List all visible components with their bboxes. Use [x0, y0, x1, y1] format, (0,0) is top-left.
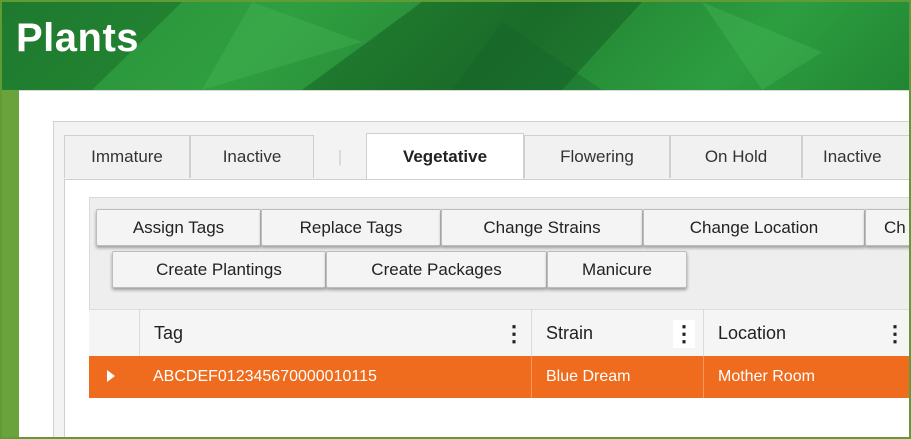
change-location-button[interactable]: Change Location	[643, 209, 865, 246]
caret-right-icon[interactable]	[107, 370, 115, 382]
table-row[interactable]: ABCDEF012345670000010115 Blue Dream Moth…	[89, 356, 909, 398]
expand-column-header	[89, 310, 139, 357]
page-title: Plants	[16, 16, 140, 60]
create-plantings-button[interactable]: Create Plantings	[112, 251, 326, 288]
replace-tags-button[interactable]: Replace Tags	[261, 209, 441, 246]
row-tag-cell: ABCDEF012345670000010115	[153, 368, 377, 385]
content-panel: Immature Inactive | Vegetative Flowering…	[19, 90, 909, 437]
kebab-icon[interactable]: ⋮	[503, 320, 525, 348]
grid-toolbar: Assign Tags Replace Tags Change Strains …	[89, 197, 909, 311]
kebab-icon[interactable]: ⋮	[884, 320, 906, 348]
column-header-location-label: Location	[718, 323, 787, 343]
kebab-icon[interactable]: ⋮	[673, 320, 695, 348]
row-strain-cell: Blue Dream	[531, 356, 703, 398]
tab-on-hold[interactable]: On Hold	[670, 135, 802, 178]
change-strains-button[interactable]: Change Strains	[441, 209, 643, 246]
assign-tags-button[interactable]: Assign Tags	[96, 209, 261, 246]
row-expand-cell[interactable]	[89, 356, 139, 398]
tab-strip: Immature Inactive | Vegetative Flowering…	[64, 133, 909, 180]
page-header-banner: Plants	[2, 2, 909, 90]
tab-inactive-2[interactable]: Inactive	[802, 135, 909, 178]
column-header-location[interactable]: Location	[703, 310, 909, 357]
grid-header: Tag ⋮ Strain ⋮ Location ⋮	[89, 309, 909, 358]
manicure-button[interactable]: Manicure	[547, 251, 687, 288]
plants-grid: Assign Tags Replace Tags Change Strains …	[64, 179, 909, 437]
tab-vegetative[interactable]: Vegetative	[366, 133, 524, 180]
tab-immature[interactable]: Immature	[64, 135, 190, 178]
column-header-tag-label: Tag	[154, 323, 184, 343]
plants-tabstrip-container: Immature Inactive | Vegetative Flowering…	[53, 121, 909, 437]
app-frame: Plants Immature Inactive | Vegetative Fl…	[0, 0, 911, 439]
tab-inactive[interactable]: Inactive	[190, 135, 314, 178]
row-location-cell: Mother Room	[703, 356, 909, 398]
tab-flowering[interactable]: Flowering	[524, 135, 670, 178]
change-growth-phase-button[interactable]: Ch	[865, 209, 909, 246]
tab-separator: |	[337, 146, 343, 166]
column-header-strain-label: Strain	[546, 323, 594, 343]
create-packages-button[interactable]: Create Packages	[326, 251, 547, 288]
column-header-tag[interactable]: Tag	[139, 310, 531, 357]
